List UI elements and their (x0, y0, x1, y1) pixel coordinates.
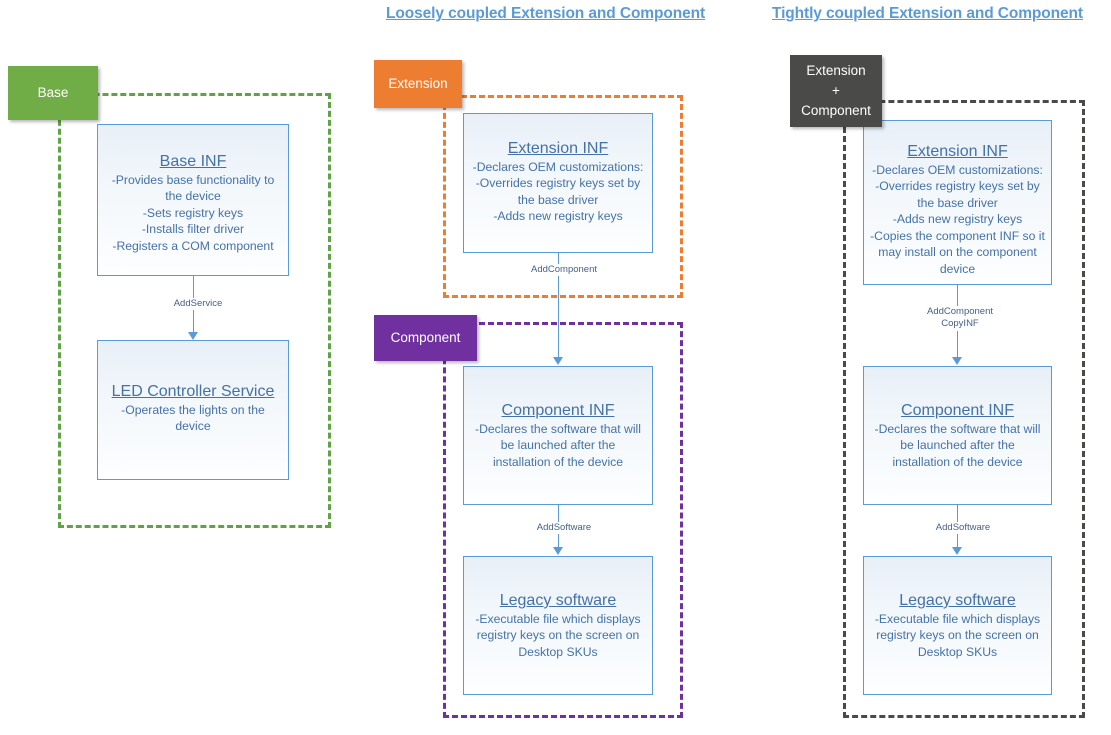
card-legacy-tight-title: Legacy software (899, 592, 1016, 609)
card-extension-inf-tight-body: -Declares OEM customizations: -Overrides… (870, 162, 1045, 277)
chip-extension-plus-component[interactable]: Extension + Component (790, 55, 882, 127)
card-line: the base driver (917, 195, 998, 210)
connector-label-line: AddComponent (926, 306, 994, 317)
chip-component[interactable]: Component (374, 315, 477, 361)
connector-label-line: CopyINF (941, 318, 979, 330)
card-line: -Installs filter driver (141, 222, 245, 237)
card-component-inf-title: Component INF (501, 402, 615, 419)
connector-label-add-service: AddService (160, 298, 236, 310)
card-line: -Declares OEM customizations: (472, 160, 644, 174)
card-line: -Executable file which displays (475, 612, 641, 626)
card-line: the device (165, 189, 221, 204)
card-line: registry keys on the screen on (476, 628, 640, 643)
chip-combined-line-2: + (832, 82, 840, 98)
connector-label-add-component-loose: AddComponent (519, 264, 609, 276)
card-extension-inf-tight-title: Extension INF (907, 143, 1008, 160)
column-title-tightly-coupled: Tightly coupled Extension and Component (772, 5, 1083, 22)
card-line: -Declares OEM customizations: (872, 163, 1043, 177)
card-line: -Sets registry keys (142, 205, 244, 220)
card-legacy-tight-body: -Executable file which displays registry… (875, 611, 1040, 660)
card-line: Desktop SKUs (518, 644, 598, 659)
card-line: may install on the component (878, 245, 1037, 260)
card-line: -Operates the lights on the (121, 403, 265, 417)
card-line: -Registers a COM component (112, 238, 274, 253)
card-extension-inf-title: Extension INF (507, 140, 609, 157)
connector-label-add-software-loose: AddSoftware (526, 522, 602, 534)
card-line: registry keys on the screen on (876, 628, 1039, 643)
chip-combined-line-3: Component (801, 103, 871, 119)
chip-base-label: Base (37, 84, 69, 100)
card-legacy-title: Legacy software (499, 592, 617, 609)
card-legacy-body: -Executable file which displays registry… (475, 611, 640, 660)
card-line: -Overrides registry keys set by (475, 176, 641, 191)
card-legacy-software-loose[interactable]: Legacy software -Executable file which d… (463, 556, 653, 695)
chip-extension[interactable]: Extension (374, 60, 462, 108)
card-line: -Adds new registry keys (493, 209, 623, 224)
card-led-body: -Operates the lights on the device (121, 402, 265, 435)
card-component-inf-loose[interactable]: Component INF -Declares the software tha… (463, 366, 653, 505)
card-line: device (939, 261, 976, 276)
connector-label-add-software-tight: AddSoftware (925, 522, 1001, 534)
connector-label-add-component-tight: AddComponent CopyINF (915, 306, 1005, 331)
card-line: -Declares the software that will (874, 422, 1041, 436)
card-base-inf-body: -Provides base functionality to the devi… (112, 172, 275, 254)
card-line: Desktop SKUs (917, 644, 998, 659)
card-extension-inf-body: -Declares OEM customizations: -Overrides… (473, 159, 644, 225)
card-component-inf-tight-title: Component INF (901, 402, 1014, 419)
card-legacy-software-tight[interactable]: Legacy software -Executable file which d… (863, 556, 1052, 695)
card-line: -Declares the software that will (475, 422, 641, 436)
card-led-controller-service[interactable]: LED Controller Service -Operates the lig… (97, 340, 289, 480)
card-line: -Provides base functionality to (111, 173, 275, 187)
chip-component-label: Component (390, 329, 461, 345)
card-base-inf[interactable]: Base INF -Provides base functionality to… (97, 124, 289, 276)
chip-combined-line-1: Extension (806, 62, 866, 78)
card-line: the base driver (517, 192, 599, 207)
card-line: -Overrides registry keys set by (875, 179, 1040, 194)
card-extension-inf-tight[interactable]: Extension INF -Declares OEM customizatio… (863, 120, 1052, 285)
card-component-inf-tight[interactable]: Component INF -Declares the software tha… (863, 366, 1052, 505)
card-line: be launched after the (900, 438, 1015, 453)
card-component-inf-body: -Declares the software that will be laun… (475, 421, 641, 470)
card-line: installation of the device (892, 454, 1023, 469)
card-base-inf-title: Base INF (159, 153, 227, 170)
card-component-inf-tight-body: -Declares the software that will be laun… (875, 421, 1041, 470)
diagram-canvas: Loosely coupled Extension and Component … (0, 0, 1111, 735)
chip-extension-label: Extension (388, 75, 448, 91)
card-line: device (175, 419, 211, 434)
card-line: -Copies the component INF so it (870, 228, 1045, 243)
card-line: installation of the device (492, 454, 624, 469)
chip-base[interactable]: Base (8, 66, 98, 120)
card-line: be launched after the (500, 438, 616, 453)
card-extension-inf-loose[interactable]: Extension INF -Declares OEM customizatio… (463, 113, 653, 253)
column-title-loosely-coupled: Loosely coupled Extension and Component (386, 5, 706, 22)
card-line: -Adds new registry keys (892, 212, 1023, 227)
card-line: -Executable file which displays (874, 612, 1041, 626)
card-led-title: LED Controller Service (111, 383, 275, 400)
